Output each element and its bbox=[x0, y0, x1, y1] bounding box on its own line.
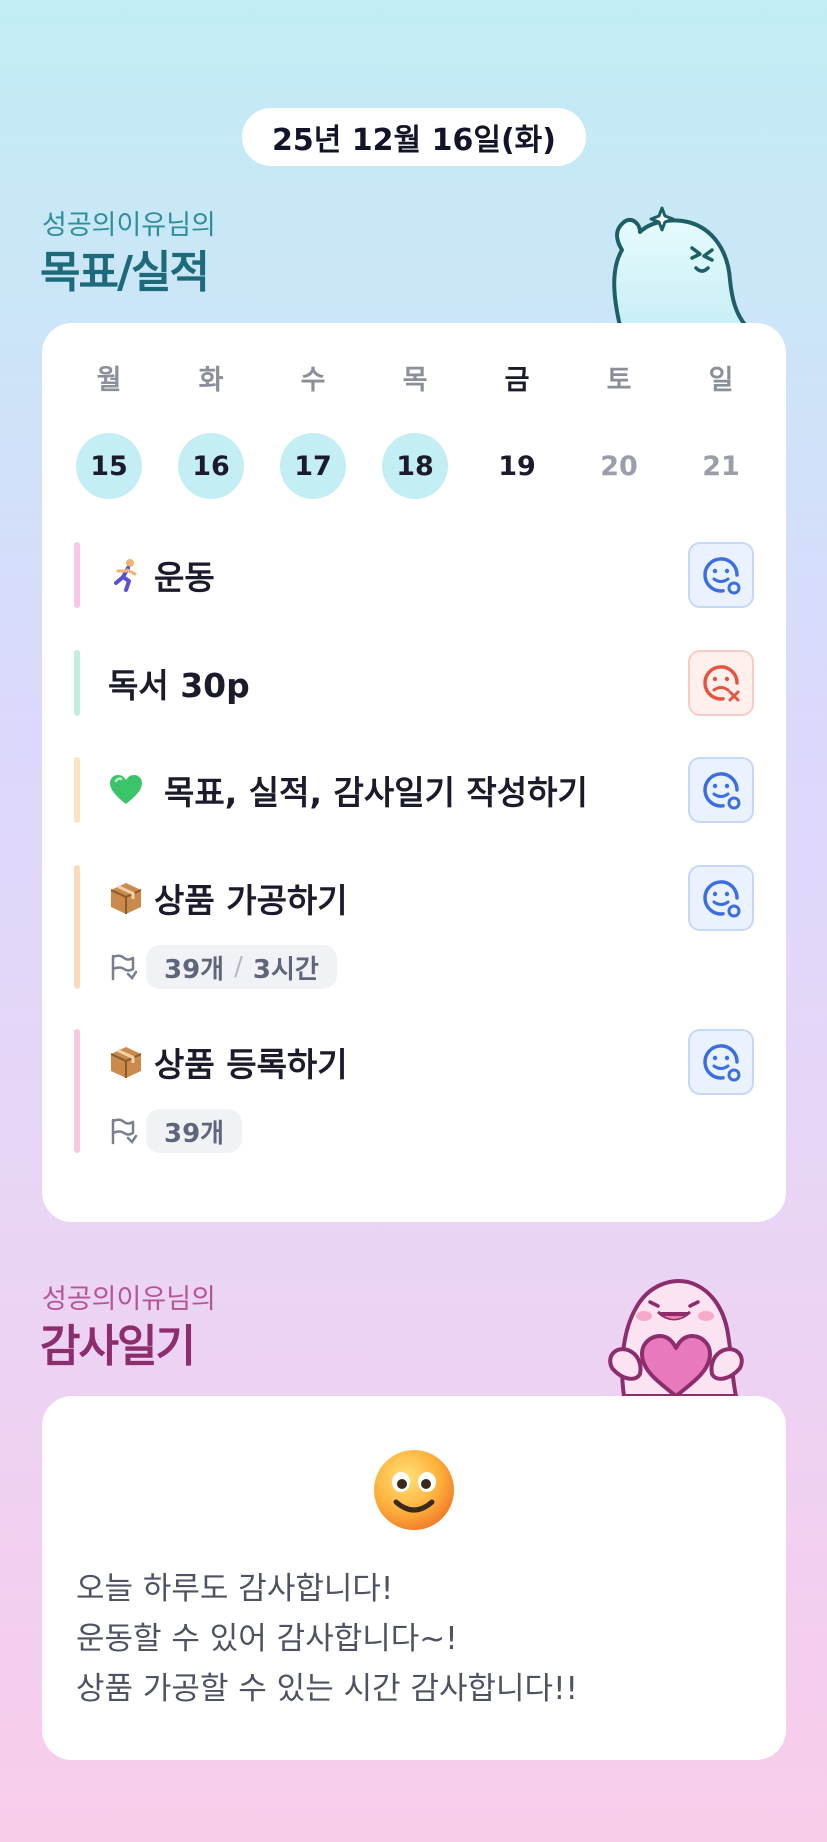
smile-check-icon bbox=[703, 880, 741, 918]
goal-color-bar bbox=[74, 650, 80, 716]
goal-text: 독서 30p bbox=[108, 666, 250, 705]
smile-check-icon bbox=[703, 557, 741, 595]
goal-text: 상품 가공하기 bbox=[154, 881, 348, 920]
day-name: 토 bbox=[606, 365, 632, 396]
goal-meta: 39개 / 3시간 bbox=[108, 945, 337, 989]
date-label: 25년 12월 16일(화) bbox=[272, 123, 556, 158]
heart-ghost-mascot bbox=[608, 1279, 744, 1396]
goal-label: 목표, 실적, 감사일기 작성하기 bbox=[108, 757, 588, 823]
day-thu[interactable]: 목 18 bbox=[382, 363, 448, 499]
status-success-button[interactable] bbox=[688, 865, 754, 931]
goal-item[interactable]: 운동 bbox=[74, 542, 754, 608]
day-name: 금 bbox=[504, 365, 530, 396]
flag-icon bbox=[111, 1118, 138, 1145]
goal-label: 운동 bbox=[108, 542, 215, 608]
thanks-card: 오늘 하루도 감사합니다! 운동할 수 있어 감사합니다~! 상품 가공할 수 … bbox=[42, 1396, 786, 1760]
goal-text: 상품 등록하기 bbox=[154, 1045, 348, 1084]
goal-item[interactable]: 목표, 실적, 감사일기 작성하기 bbox=[74, 757, 754, 823]
goal-color-bar bbox=[74, 865, 80, 989]
status-success-button[interactable] bbox=[688, 542, 754, 608]
day-date: 21 bbox=[702, 450, 740, 482]
goal-color-bar bbox=[74, 542, 80, 608]
status-success-button[interactable] bbox=[688, 757, 754, 823]
day-name: 화 bbox=[198, 365, 224, 396]
target-time: 3시간 bbox=[252, 954, 319, 985]
target-count: 39개 bbox=[164, 1118, 225, 1149]
goal-text: 운동 bbox=[154, 558, 215, 597]
smile-check-icon bbox=[703, 772, 741, 810]
ghost-mascot bbox=[612, 206, 748, 326]
day-wed[interactable]: 수 17 bbox=[280, 363, 346, 499]
goals-title: 목표/실적 bbox=[40, 247, 210, 298]
day-date: 16 bbox=[178, 433, 244, 499]
thanks-line: 운동할 수 있어 감사합니다~! bbox=[76, 1621, 458, 1657]
day-date: 19 bbox=[498, 450, 536, 482]
thanks-entry: 오늘 하루도 감사합니다! 운동할 수 있어 감사합니다~! 상품 가공할 수 … bbox=[76, 1564, 578, 1714]
smiling-face-icon bbox=[374, 1450, 454, 1530]
day-name: 일 bbox=[708, 365, 734, 396]
goal-item[interactable]: 상품 가공하기 39개 / 3시간 bbox=[74, 865, 754, 989]
goal-label: 상품 등록하기 bbox=[108, 1029, 348, 1095]
thanks-line: 오늘 하루도 감사합니다! bbox=[76, 1571, 394, 1607]
thanks-line: 상품 가공할 수 있는 시간 감사합니다!! bbox=[76, 1671, 578, 1707]
status-fail-button[interactable] bbox=[688, 650, 754, 716]
date-pill[interactable]: 25년 12월 16일(화) bbox=[242, 108, 586, 166]
goals-card: 월 15 화 16 수 17 목 18 금 19 토 20 일 21 운동 독서… bbox=[42, 323, 786, 1222]
package-icon bbox=[110, 883, 142, 914]
goal-target-chip: 39개 / 3시간 bbox=[146, 945, 337, 989]
day-date: 18 bbox=[382, 433, 448, 499]
goal-item[interactable]: 독서 30p bbox=[74, 650, 754, 716]
goal-label: 상품 가공하기 bbox=[108, 865, 348, 931]
goal-label: 독서 30p bbox=[108, 650, 250, 716]
day-sat[interactable]: 토 20 bbox=[586, 363, 652, 499]
day-date: 20 bbox=[600, 450, 638, 482]
goal-color-bar bbox=[74, 1029, 80, 1153]
goal-text: 목표, 실적, 감사일기 작성하기 bbox=[164, 773, 588, 812]
sad-x-icon bbox=[703, 665, 740, 702]
smile-check-icon bbox=[703, 1044, 741, 1082]
day-name: 목 bbox=[402, 365, 428, 396]
package-icon bbox=[110, 1047, 142, 1078]
day-fri[interactable]: 금 19 bbox=[484, 363, 550, 499]
day-sun[interactable]: 일 21 bbox=[688, 363, 754, 499]
day-date: 15 bbox=[76, 433, 142, 499]
flag-icon bbox=[111, 954, 138, 981]
status-success-button[interactable] bbox=[688, 1029, 754, 1095]
day-tue[interactable]: 화 16 bbox=[178, 363, 244, 499]
day-mon[interactable]: 월 15 bbox=[76, 363, 142, 499]
target-count: 39개 bbox=[164, 954, 225, 985]
thanks-title: 감사일기 bbox=[40, 1321, 196, 1372]
day-name: 수 bbox=[300, 365, 326, 396]
goal-target-chip: 39개 bbox=[146, 1109, 243, 1153]
goal-meta: 39개 bbox=[108, 1109, 243, 1153]
day-name: 월 bbox=[96, 365, 122, 396]
goal-item[interactable]: 상품 등록하기 39개 bbox=[74, 1029, 754, 1153]
green-heart-icon bbox=[110, 775, 142, 804]
runner-icon bbox=[114, 559, 137, 592]
separator: / bbox=[234, 952, 243, 982]
goal-color-bar bbox=[74, 757, 80, 823]
day-date: 17 bbox=[280, 433, 346, 499]
